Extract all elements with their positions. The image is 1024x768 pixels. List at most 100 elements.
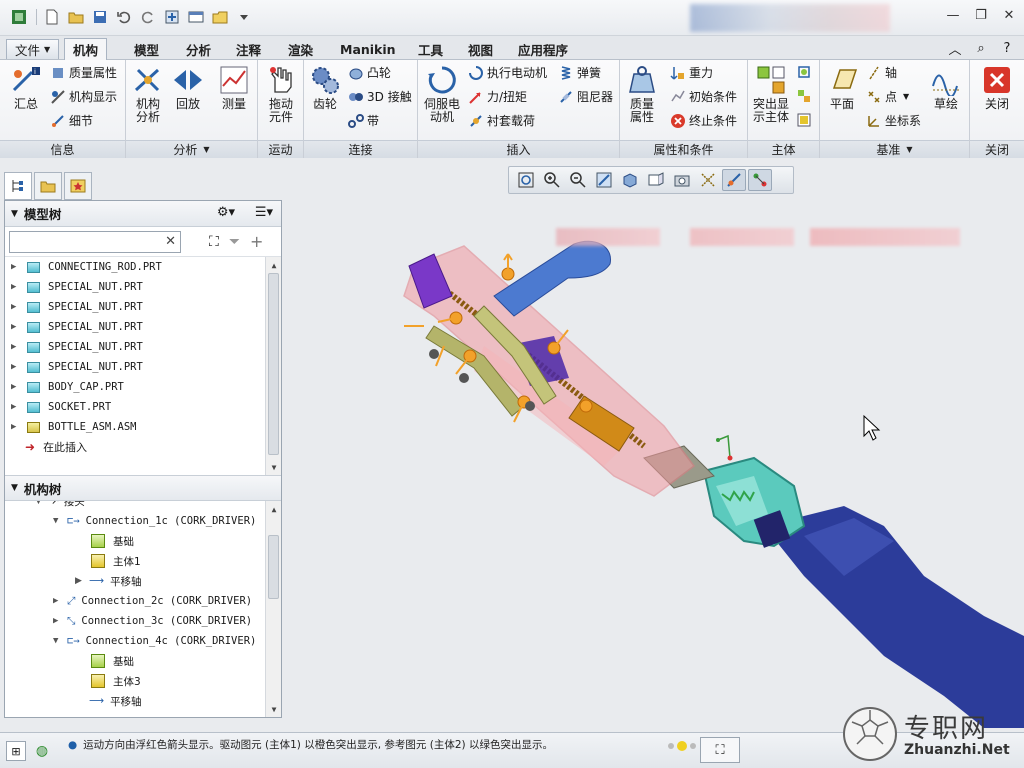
model-tree-header[interactable]: ▼ 模型树 ⚙▾ ☰▾ [5, 201, 281, 227]
tree-row[interactable]: ▶ SPECIAL_NUT.PRT [11, 337, 281, 357]
termination-condition-button[interactable]: 终止条件 [670, 112, 737, 129]
scroll-up-icon[interactable]: ▲ [266, 257, 281, 273]
customize-dropdown-icon[interactable] [233, 7, 255, 27]
folder-icon[interactable] [209, 7, 231, 27]
tree-row[interactable]: ▶ ⟶ 平移轴 [5, 571, 281, 591]
highlight-bodies-button[interactable]: 突出显 示主体 [750, 64, 792, 124]
sketch-button[interactable]: 草绘 [928, 64, 964, 111]
corkscrew-assembly-model[interactable] [284, 196, 1024, 728]
tree-row[interactable]: ▶ SPECIAL_NUT.PRT [11, 297, 281, 317]
cam-button[interactable]: 凸轮 [348, 64, 391, 81]
redo-icon[interactable] [137, 7, 159, 27]
expand-arrow-icon[interactable]: ▶ [11, 422, 23, 432]
search-help-icon[interactable]: ⌕ [972, 39, 990, 57]
tab-analysis[interactable]: 分析 [178, 38, 219, 60]
scroll-up-icon[interactable]: ▲ [266, 501, 281, 517]
tree-row[interactable]: ▼ ↗ 接头 [5, 501, 281, 511]
scroll-thumb[interactable] [268, 535, 279, 599]
help-icon[interactable]: ? [998, 39, 1016, 57]
tree-row[interactable]: ▶ SPECIAL_NUT.PRT [11, 277, 281, 297]
expand-arrow-icon[interactable]: ▶ [11, 362, 23, 372]
navigator-toggle-icon[interactable]: ⊞ [6, 741, 26, 761]
minimize-ribbon-icon[interactable]: ︿ [946, 39, 964, 58]
settings-tools-icon[interactable]: ⚙▾ [217, 205, 235, 220]
tree-row[interactable]: ▼ ⊏→ Connection_1c (CORK_DRIVER) [5, 511, 281, 531]
scroll-thumb[interactable] [268, 273, 279, 455]
scroll-down-icon[interactable]: ▼ [266, 701, 281, 717]
find-binoculars-icon[interactable]: ⛶ [700, 737, 740, 763]
tree-row[interactable]: ▶ BOTTLE_ASM.ASM [11, 417, 281, 437]
regenerate-icon[interactable] [161, 7, 183, 27]
folder-browser-tab-icon[interactable] [34, 172, 62, 200]
app-icon[interactable] [8, 7, 30, 27]
plane-button[interactable]: 平面 [824, 64, 860, 111]
mech-analysis-button[interactable]: 机构 分析 [130, 64, 166, 124]
minimize-icon[interactable]: — [944, 6, 962, 24]
save-icon[interactable] [89, 7, 111, 27]
file-menu[interactable]: 文件 ▼ [6, 39, 60, 59]
tree-search-input[interactable]: ✕ [9, 230, 181, 253]
tab-tools[interactable]: 工具 [410, 38, 451, 60]
tree-row[interactable]: ⟶ 平移轴 [5, 691, 281, 711]
initial-condition-button[interactable]: 初始条件 [670, 88, 737, 105]
tab-applications[interactable]: 应用程序 [510, 38, 576, 60]
favorites-tab-icon[interactable] [64, 172, 92, 200]
body-split-icon[interactable] [796, 88, 815, 104]
tab-model[interactable]: 模型 [126, 38, 167, 60]
mass-properties-button[interactable]: 质量属性 [50, 64, 117, 81]
expand-arrow-icon[interactable]: ▶ [11, 382, 23, 392]
tree-row[interactable]: 基础 [5, 651, 281, 671]
find-binoculars-icon[interactable]: ⛶ [209, 234, 219, 250]
display-style-icon[interactable] [618, 169, 642, 191]
zoom-in-icon[interactable] [540, 169, 564, 191]
mass-properties-big-button[interactable]: 质量 属性 [624, 64, 660, 124]
damper-button[interactable]: 阻尼器 [558, 88, 613, 105]
contact-3d-button[interactable]: 3D 接触 [348, 88, 412, 105]
repaint-icon[interactable] [592, 169, 616, 191]
spin-center-icon[interactable] [748, 169, 772, 191]
close-window-icon[interactable]: ✕ [1000, 6, 1018, 24]
restore-icon[interactable]: ❐ [972, 6, 990, 24]
show-menu-icon[interactable]: ☰▾ [255, 205, 273, 220]
measure-button[interactable]: 测量 [216, 64, 252, 111]
belt-button[interactable]: 带 [348, 112, 379, 129]
insert-here-row[interactable]: ➜ 在此插入 [11, 437, 281, 457]
group-label-datum[interactable]: 基准 ▼ [820, 140, 969, 158]
servo-motor-button[interactable]: 伺服电 动机 [422, 64, 462, 124]
gear-button[interactable]: 齿轮 [308, 64, 342, 111]
expand-arrow-icon[interactable]: ▶ [11, 302, 23, 312]
model-tree-tab-icon[interactable] [4, 172, 32, 200]
expand-arrow-icon[interactable]: ▶ [11, 262, 23, 272]
datum-display-icon[interactable] [696, 169, 720, 191]
collapse-arrow-icon[interactable]: ▼ [53, 516, 65, 526]
tree-row[interactable]: 主体3 [5, 671, 281, 691]
tab-render[interactable]: 渲染 [280, 38, 321, 60]
graphics-window[interactable] [284, 196, 1024, 728]
body-redefine-icon[interactable] [796, 64, 815, 80]
tab-manikin[interactable]: Manikin [332, 38, 404, 60]
drag-components-button[interactable]: 拖动 元件 [262, 64, 300, 124]
expand-arrow-icon[interactable]: ▶ [11, 342, 23, 352]
mech-tree-scrollbar[interactable]: ▲ ▼ [265, 501, 281, 717]
close-mechanism-button[interactable]: 关闭 [978, 64, 1016, 111]
new-file-icon[interactable] [41, 7, 63, 27]
bushing-load-button[interactable]: 衬套载荷 [468, 112, 535, 129]
tree-row[interactable]: ▶ CONNECTING_ROD.PRT [11, 257, 281, 277]
point-button[interactable]: 点 ▼ [866, 88, 909, 105]
clear-search-icon[interactable]: ✕ [165, 234, 176, 249]
undo-icon[interactable] [113, 7, 135, 27]
zoom-out-icon[interactable] [566, 169, 590, 191]
mech-display-button[interactable]: 机构显示 [50, 88, 117, 105]
expand-arrow-icon[interactable]: ▶ [11, 402, 23, 412]
add-column-icon[interactable]: + [250, 232, 263, 251]
tree-row[interactable]: ▶ SOCKET.PRT [11, 397, 281, 417]
tree-row[interactable]: ▶ SPECIAL_NUT.PRT [11, 317, 281, 337]
gravity-button[interactable]: 重力 [670, 64, 713, 81]
browser-globe-icon[interactable]: ◍ [32, 741, 52, 761]
tree-row[interactable]: ▶ SPECIAL_NUT.PRT [11, 357, 281, 377]
body-ground-icon[interactable] [796, 112, 815, 128]
tree-row[interactable]: ▶ ⤡ Connection_3c (CORK_DRIVER) [5, 611, 281, 631]
mech-tree-header[interactable]: ▼ 机构树 [5, 475, 281, 501]
summary-button[interactable]: i 汇总 [8, 64, 44, 111]
axis-button[interactable]: 轴 [866, 64, 897, 81]
